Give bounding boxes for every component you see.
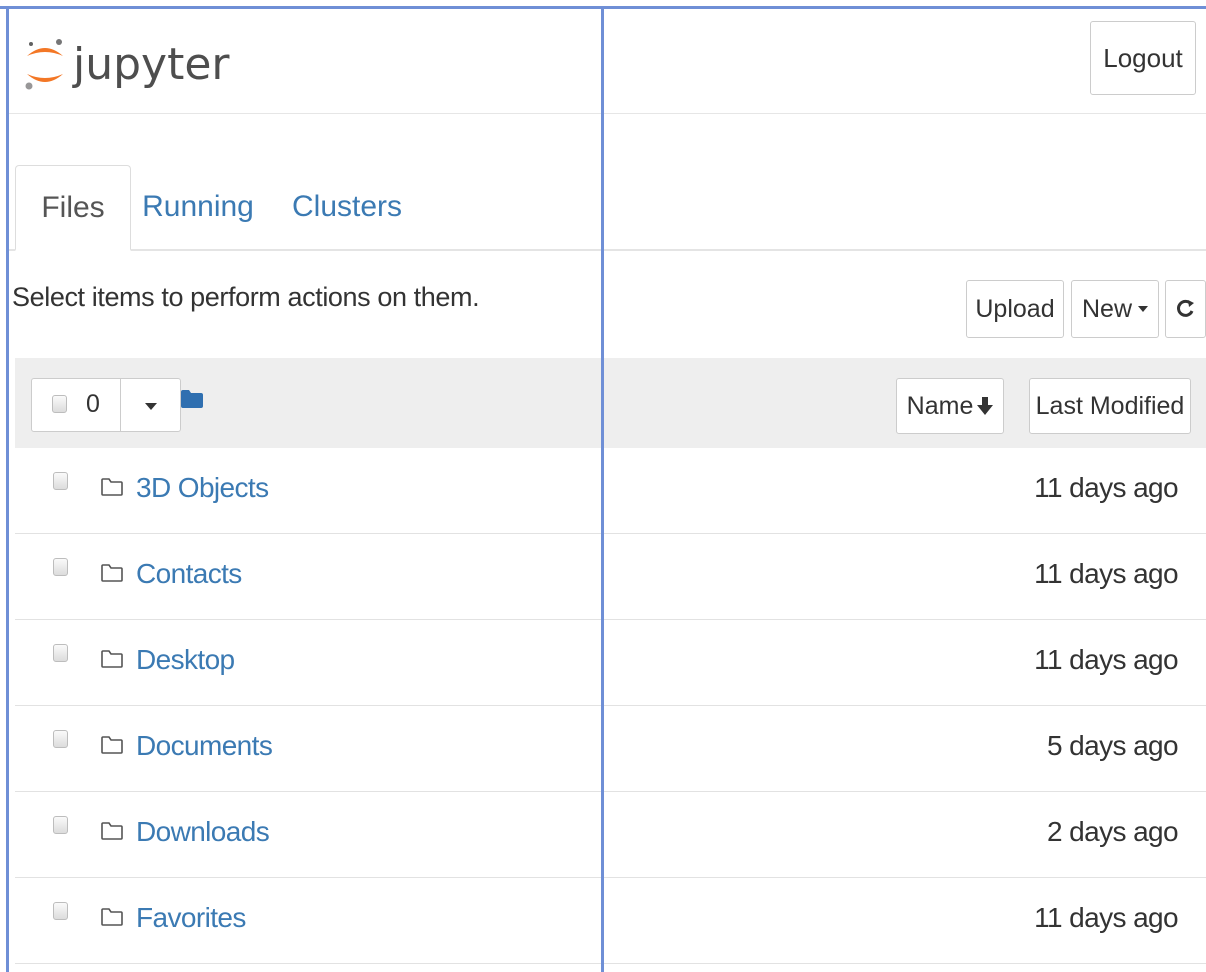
sort-by-last-modified-button[interactable]: Last Modified	[1029, 378, 1191, 434]
file-name-link[interactable]: 3D Objects	[136, 472, 269, 504]
file-name-link[interactable]: Desktop	[136, 644, 235, 676]
header: jupyter Logout	[9, 9, 1206, 114]
folder-icon	[101, 736, 123, 754]
file-name-link[interactable]: Favorites	[136, 902, 246, 934]
annotation-border-left	[6, 6, 9, 972]
file-name-link[interactable]: Contacts	[136, 558, 242, 590]
last-modified-text: 11 days ago	[1034, 472, 1178, 503]
item-checkbox[interactable]	[53, 472, 68, 490]
chevron-down-icon[interactable]	[145, 403, 157, 410]
logo-text: jupyter	[73, 38, 230, 90]
new-dropdown-button[interactable]: New	[1071, 280, 1159, 338]
refresh-icon	[1176, 299, 1194, 317]
folder-icon	[101, 564, 123, 582]
item-checkbox[interactable]	[53, 816, 68, 834]
folder-icon	[101, 908, 123, 926]
jupyter-logo-icon	[25, 39, 63, 90]
item-checkbox[interactable]	[53, 644, 68, 662]
folder-icon[interactable]	[181, 390, 203, 408]
annotation-divider-line	[601, 6, 604, 972]
file-list-item[interactable]: Favorites 11 days ago	[15, 878, 1206, 964]
sort-by-name-button[interactable]: Name	[896, 378, 1004, 434]
chevron-down-icon	[1138, 306, 1148, 312]
tab-running[interactable]: Running	[141, 165, 255, 249]
select-all-dropdown[interactable]: 0	[31, 378, 181, 432]
refresh-button[interactable]	[1165, 280, 1206, 338]
item-checkbox[interactable]	[53, 902, 68, 920]
sort-name-label: Name	[906, 391, 974, 420]
file-list-item[interactable]: Desktop 11 days ago	[15, 620, 1206, 706]
file-list-item[interactable]: 3D Objects 11 days ago	[15, 448, 1206, 534]
jupyter-file-browser: jupyter Logout Files Running Clusters Se…	[0, 0, 1206, 972]
select-items-message: Select items to perform actions on them.	[12, 282, 480, 312]
upload-button[interactable]: Upload	[966, 280, 1064, 338]
new-button-label: New	[1081, 294, 1132, 323]
logout-button[interactable]: Logout	[1090, 21, 1196, 95]
file-list-item[interactable]: Contacts 11 days ago	[15, 534, 1206, 620]
folder-icon	[101, 478, 123, 496]
file-name-link[interactable]: Documents	[136, 730, 273, 762]
selected-count: 0	[86, 390, 100, 418]
last-modified-text: 11 days ago	[1034, 558, 1178, 589]
file-name-link[interactable]: Downloads	[136, 816, 270, 848]
arrow-down-icon	[977, 397, 994, 415]
jupyter-logo[interactable]: jupyter	[23, 29, 230, 99]
tab-files[interactable]: Files	[15, 165, 131, 251]
tab-bar: Files Running Clusters	[9, 165, 1206, 251]
folder-icon	[101, 650, 123, 668]
select-all-checkbox[interactable]	[52, 395, 67, 413]
divider	[120, 379, 121, 431]
item-checkbox[interactable]	[53, 730, 68, 748]
file-list-item[interactable]: Downloads 2 days ago	[15, 792, 1206, 878]
file-list-item[interactable]: Documents 5 days ago	[15, 706, 1206, 792]
last-modified-text: 11 days ago	[1034, 902, 1178, 933]
item-checkbox[interactable]	[53, 558, 68, 576]
last-modified-text: 2 days ago	[1047, 816, 1179, 847]
last-modified-text: 5 days ago	[1047, 730, 1179, 761]
folder-icon	[101, 822, 123, 840]
tab-clusters[interactable]: Clusters	[287, 165, 407, 249]
file-list-header: 0	[15, 358, 1206, 448]
last-modified-text: 11 days ago	[1034, 644, 1178, 675]
